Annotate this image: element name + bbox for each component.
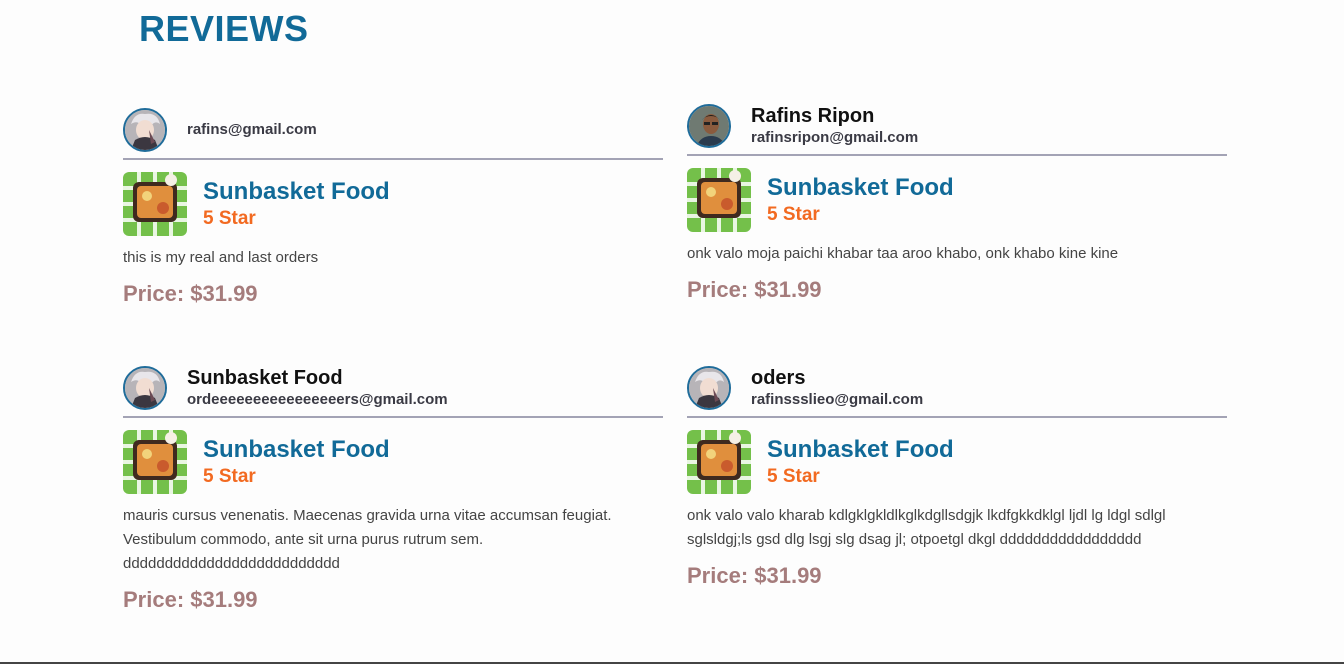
review-card: Sunbasket Food ordeeeeeeeeeeeeeeeers@gma… xyxy=(123,366,663,614)
reviewer-name: oders xyxy=(751,367,806,389)
food-image xyxy=(123,430,187,494)
review-text: onk valo moja paichi khabar taa aroo kha… xyxy=(687,245,1119,262)
product-row: Sunbasket Food 5 Star xyxy=(123,430,663,494)
review-card: oders rafinssslieo@gmail.com Sunbasket F… xyxy=(687,366,1227,590)
reviewer-header: oders rafinssslieo@gmail.com xyxy=(687,366,1227,418)
reviewer-header: rafins@gmail.com xyxy=(123,108,663,160)
reviewer-info: Sunbasket Food ordeeeeeeeeeeeeeeeers@gma… xyxy=(187,366,448,410)
product-name: Sunbasket Food xyxy=(767,436,954,463)
review-text: onk valo valo kharab kdlgklgkldlkglkdgll… xyxy=(687,507,1166,548)
price: Price: $31.99 xyxy=(687,277,822,302)
reviews-page: REVIEWS rafins@gmail.com Sunbasket Food … xyxy=(0,0,1344,664)
product-info: Sunbasket Food 5 Star xyxy=(767,173,954,227)
food-image xyxy=(687,168,751,232)
food-image xyxy=(123,172,187,236)
product-name: Sunbasket Food xyxy=(203,178,390,205)
reviewer-info: rafins@gmail.com xyxy=(187,120,317,140)
reviewer-info: oders rafinssslieo@gmail.com xyxy=(751,366,923,410)
reviewer-email: rafinssslieo@gmail.com xyxy=(751,391,924,408)
reviewer-name: Rafins Ripon xyxy=(751,105,875,127)
price: Price: $31.99 xyxy=(687,563,822,588)
product-info: Sunbasket Food 5 Star xyxy=(767,435,954,489)
product-name: Sunbasket Food xyxy=(767,174,954,201)
product-row: Sunbasket Food 5 Star xyxy=(687,168,1227,232)
review-text: this is my real and last orders xyxy=(123,249,319,266)
rating: 5 Star xyxy=(767,466,820,487)
price: Price: $31.99 xyxy=(123,281,258,306)
product-row: Sunbasket Food 5 Star xyxy=(687,430,1227,494)
reviewer-avatar xyxy=(687,366,731,410)
product-row: Sunbasket Food 5 Star xyxy=(123,172,663,236)
product-info: Sunbasket Food 5 Star xyxy=(203,435,390,489)
reviewer-avatar xyxy=(687,104,731,148)
review-card: rafins@gmail.com Sunbasket Food 5 Star t… xyxy=(123,108,663,308)
reviewer-header: Rafins Ripon rafinsripon@gmail.com xyxy=(687,104,1227,156)
reviewer-name: Sunbasket Food xyxy=(187,367,343,389)
price: Price: $31.99 xyxy=(123,587,258,612)
product-name: Sunbasket Food xyxy=(203,436,390,463)
reviewer-avatar xyxy=(123,108,167,152)
review-text: mauris cursus venenatis. Maecenas gravid… xyxy=(123,507,612,572)
reviewer-email: rafins@gmail.com xyxy=(187,121,317,138)
rating: 5 Star xyxy=(767,204,820,225)
food-image xyxy=(687,430,751,494)
reviewer-info: Rafins Ripon rafinsripon@gmail.com xyxy=(751,104,918,148)
reviewer-header: Sunbasket Food ordeeeeeeeeeeeeeeeers@gma… xyxy=(123,366,663,418)
section-title: REVIEWS xyxy=(139,8,309,49)
reviewer-email: rafinsripon@gmail.com xyxy=(751,129,919,146)
reviewer-avatar xyxy=(123,366,167,410)
rating: 5 Star xyxy=(203,466,256,487)
rating: 5 Star xyxy=(203,208,256,229)
review-card: Rafins Ripon rafinsripon@gmail.com Sunba… xyxy=(687,104,1227,304)
product-info: Sunbasket Food 5 Star xyxy=(203,177,390,231)
reviewer-email: ordeeeeeeeeeeeeeeeers@gmail.com xyxy=(187,391,448,408)
